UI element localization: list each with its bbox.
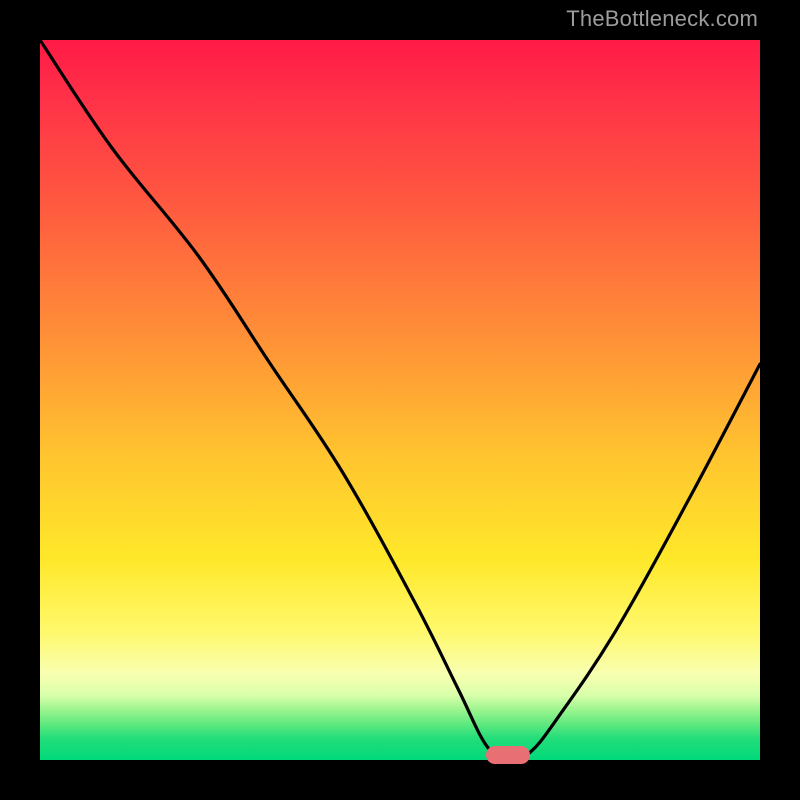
curve-path	[40, 40, 760, 761]
watermark-label: TheBottleneck.com	[566, 6, 758, 32]
chart-container: TheBottleneck.com	[0, 0, 800, 800]
optimal-marker	[486, 746, 529, 764]
bottleneck-curve	[40, 40, 760, 760]
plot-area	[40, 40, 760, 760]
